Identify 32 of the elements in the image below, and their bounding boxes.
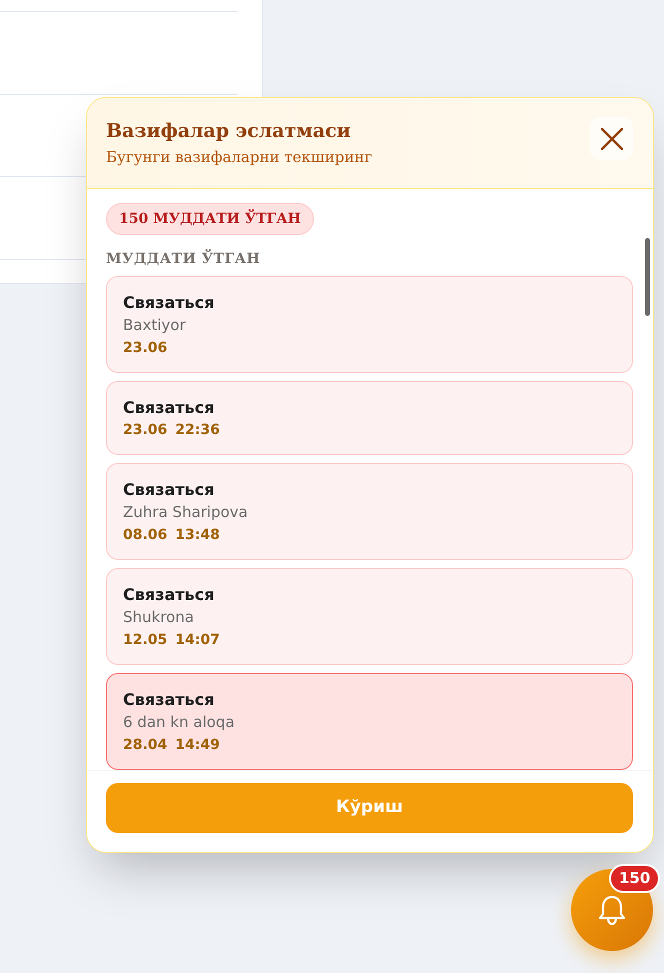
- due-date: 23.06: [123, 421, 168, 440]
- task-card[interactable]: Связаться 23.06 22:36: [106, 381, 633, 455]
- due-date: 28.04: [123, 736, 168, 755]
- task-card[interactable]: Связаться 6 dan kn aloqa 28.04 14:49: [106, 673, 633, 770]
- popup-title: Вазифалар эслатмаси: [106, 119, 352, 144]
- task-title: Связаться: [123, 292, 214, 314]
- scrollbar-thumb[interactable]: [645, 238, 650, 316]
- close-icon: [600, 128, 622, 150]
- contact-name: Baxtiyor: [123, 315, 186, 336]
- due-date: 12.05: [123, 631, 168, 650]
- due-date: 08.06: [123, 526, 168, 545]
- close-button[interactable]: [590, 117, 633, 160]
- due-date: 23.06: [123, 339, 168, 358]
- contact-name: Zuhra Sharipova: [123, 502, 248, 523]
- task-card[interactable]: Связаться Baxtiyor 23.06: [106, 276, 633, 373]
- popup-subtitle: Бугунги вазифаларни текширинг: [106, 147, 372, 168]
- section-label: МУДДАТИ ЎТГАН: [106, 249, 262, 269]
- task-title: Связаться: [123, 479, 214, 501]
- contact-name: Shukrona: [123, 607, 194, 628]
- due-time: 14:49: [175, 736, 220, 755]
- overdue-badge: 150 МУДДАТИ ЎТГАН: [106, 203, 314, 235]
- due-time: 13:48: [175, 526, 220, 545]
- contact-name: 6 dan kn aloqa: [123, 712, 235, 733]
- due-time: 22:36: [175, 421, 220, 440]
- due-time: 14:07: [175, 631, 220, 650]
- bell-icon: [597, 894, 627, 926]
- notification-count-badge: 150: [609, 864, 660, 893]
- task-title: Связаться: [123, 689, 214, 711]
- task-card[interactable]: Связаться Zuhra Sharipova 08.06 13:48: [106, 463, 633, 560]
- task-title: Связаться: [123, 584, 214, 606]
- task-card[interactable]: Связаться Shukrona 12.05 14:07: [106, 568, 633, 665]
- task-title: Связаться: [123, 397, 214, 419]
